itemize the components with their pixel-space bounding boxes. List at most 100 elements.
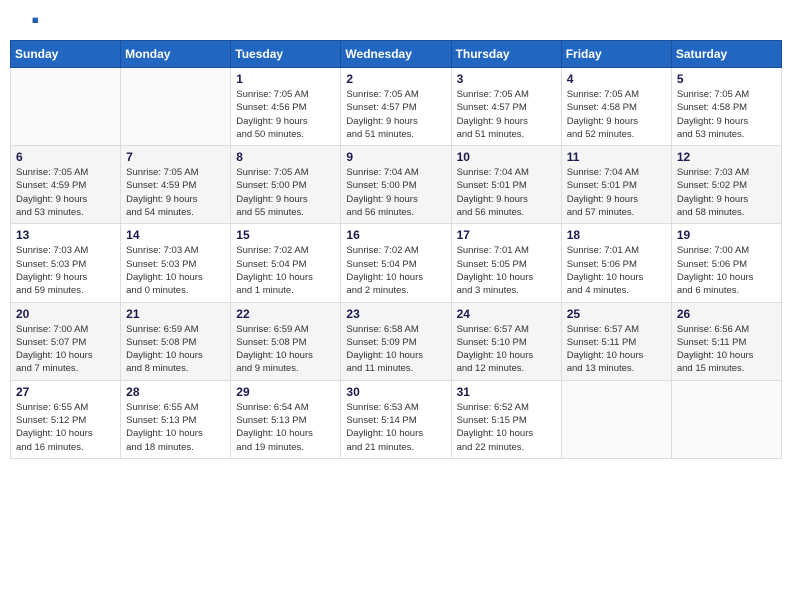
day-info: Sunrise: 7:04 AM Sunset: 5:01 PM Dayligh… [567,166,666,219]
day-number: 16 [346,228,445,242]
day-number: 31 [457,385,556,399]
calendar-cell: 26 Sunrise: 6:56 AM Sunset: 5:11 PM Dayli… [671,302,781,380]
day-info: Sunrise: 7:05 AM Sunset: 4:58 PM Dayligh… [567,88,666,141]
calendar-cell: 18 Sunrise: 7:01 AM Sunset: 5:06 PM Dayli… [561,224,671,302]
calendar-header-tuesday: Tuesday [231,41,341,68]
calendar-week-1: 1 Sunrise: 7:05 AM Sunset: 4:56 PM Daylig… [11,68,782,146]
day-info: Sunrise: 7:05 AM Sunset: 4:56 PM Dayligh… [236,88,335,141]
day-info: Sunrise: 6:55 AM Sunset: 5:12 PM Dayligh… [16,401,115,454]
day-info: Sunrise: 6:53 AM Sunset: 5:14 PM Dayligh… [346,401,445,454]
day-number: 6 [16,150,115,164]
day-number: 13 [16,228,115,242]
calendar-cell: 2 Sunrise: 7:05 AM Sunset: 4:57 PM Daylig… [341,68,451,146]
calendar-cell: 25 Sunrise: 6:57 AM Sunset: 5:11 PM Dayli… [561,302,671,380]
day-number: 4 [567,72,666,86]
day-info: Sunrise: 7:04 AM Sunset: 5:01 PM Dayligh… [457,166,556,219]
day-number: 23 [346,307,445,321]
day-number: 8 [236,150,335,164]
day-info: Sunrise: 6:52 AM Sunset: 5:15 PM Dayligh… [457,401,556,454]
page-header [10,10,782,32]
calendar-cell: 14 Sunrise: 7:03 AM Sunset: 5:03 PM Dayli… [121,224,231,302]
calendar-cell: 20 Sunrise: 7:00 AM Sunset: 5:07 PM Dayli… [11,302,121,380]
calendar-cell: 10Sunrise: 7:04 AM Sunset: 5:01 PM Dayli… [451,146,561,224]
calendar-header-row: SundayMondayTuesdayWednesdayThursdayFrid… [11,41,782,68]
day-number: 1 [236,72,335,86]
day-info: Sunrise: 7:05 AM Sunset: 4:58 PM Dayligh… [677,88,776,141]
calendar-cell: 27 Sunrise: 6:55 AM Sunset: 5:12 PM Dayli… [11,380,121,458]
day-info: Sunrise: 6:56 AM Sunset: 5:11 PM Dayligh… [677,323,776,376]
calendar-header-friday: Friday [561,41,671,68]
day-info: Sunrise: 6:57 AM Sunset: 5:11 PM Dayligh… [567,323,666,376]
day-number: 27 [16,385,115,399]
logo [18,14,38,28]
calendar-cell [561,380,671,458]
calendar-header-thursday: Thursday [451,41,561,68]
day-number: 24 [457,307,556,321]
calendar-cell: 24 Sunrise: 6:57 AM Sunset: 5:10 PM Dayli… [451,302,561,380]
day-info: Sunrise: 7:00 AM Sunset: 5:07 PM Dayligh… [16,323,115,376]
day-info: Sunrise: 6:59 AM Sunset: 5:08 PM Dayligh… [126,323,225,376]
calendar-cell: 28 Sunrise: 6:55 AM Sunset: 5:13 PM Dayli… [121,380,231,458]
calendar-cell: 19Sunrise: 7:00 AM Sunset: 5:06 PM Dayli… [671,224,781,302]
day-number: 29 [236,385,335,399]
calendar-cell [671,380,781,458]
calendar-cell: 11 Sunrise: 7:04 AM Sunset: 5:01 PM Dayli… [561,146,671,224]
calendar-cell: 17 Sunrise: 7:01 AM Sunset: 5:05 PM Dayli… [451,224,561,302]
day-info: Sunrise: 7:05 AM Sunset: 4:59 PM Dayligh… [16,166,115,219]
logo-icon [20,14,38,32]
day-info: Sunrise: 6:55 AM Sunset: 5:13 PM Dayligh… [126,401,225,454]
calendar-cell: 7 Sunrise: 7:05 AM Sunset: 4:59 PM Daylig… [121,146,231,224]
day-number: 26 [677,307,776,321]
day-number: 11 [567,150,666,164]
day-number: 17 [457,228,556,242]
day-info: Sunrise: 7:03 AM Sunset: 5:03 PM Dayligh… [16,244,115,297]
calendar-header-monday: Monday [121,41,231,68]
calendar-cell: 31 Sunrise: 6:52 AM Sunset: 5:15 PM Dayli… [451,380,561,458]
calendar-week-5: 27 Sunrise: 6:55 AM Sunset: 5:12 PM Dayli… [11,380,782,458]
day-info: Sunrise: 6:59 AM Sunset: 5:08 PM Dayligh… [236,323,335,376]
day-number: 18 [567,228,666,242]
calendar-cell: 3 Sunrise: 7:05 AM Sunset: 4:57 PM Daylig… [451,68,561,146]
day-info: Sunrise: 7:00 AM Sunset: 5:06 PM Dayligh… [677,244,776,297]
calendar-cell: 12 Sunrise: 7:03 AM Sunset: 5:02 PM Dayli… [671,146,781,224]
day-number: 14 [126,228,225,242]
calendar-cell: 1 Sunrise: 7:05 AM Sunset: 4:56 PM Daylig… [231,68,341,146]
calendar-header-sunday: Sunday [11,41,121,68]
calendar-header-saturday: Saturday [671,41,781,68]
calendar-cell: 5 Sunrise: 7:05 AM Sunset: 4:58 PM Daylig… [671,68,781,146]
calendar-header-wednesday: Wednesday [341,41,451,68]
day-number: 9 [346,150,445,164]
day-number: 15 [236,228,335,242]
calendar-cell: 9Sunrise: 7:04 AM Sunset: 5:00 PM Daylig… [341,146,451,224]
calendar-cell [11,68,121,146]
day-number: 12 [677,150,776,164]
calendar-table: SundayMondayTuesdayWednesdayThursdayFrid… [10,40,782,459]
day-info: Sunrise: 7:02 AM Sunset: 5:04 PM Dayligh… [236,244,335,297]
calendar-cell: 13 Sunrise: 7:03 AM Sunset: 5:03 PM Dayli… [11,224,121,302]
day-number: 25 [567,307,666,321]
day-number: 22 [236,307,335,321]
calendar-week-3: 13 Sunrise: 7:03 AM Sunset: 5:03 PM Dayli… [11,224,782,302]
day-info: Sunrise: 7:03 AM Sunset: 5:03 PM Dayligh… [126,244,225,297]
day-number: 28 [126,385,225,399]
calendar-cell: 22 Sunrise: 6:59 AM Sunset: 5:08 PM Dayli… [231,302,341,380]
day-number: 7 [126,150,225,164]
day-info: Sunrise: 7:03 AM Sunset: 5:02 PM Dayligh… [677,166,776,219]
day-info: Sunrise: 7:05 AM Sunset: 5:00 PM Dayligh… [236,166,335,219]
day-info: Sunrise: 7:05 AM Sunset: 4:57 PM Dayligh… [346,88,445,141]
day-info: Sunrise: 7:05 AM Sunset: 4:57 PM Dayligh… [457,88,556,141]
day-info: Sunrise: 7:02 AM Sunset: 5:04 PM Dayligh… [346,244,445,297]
day-number: 3 [457,72,556,86]
calendar-cell: 29Sunrise: 6:54 AM Sunset: 5:13 PM Dayli… [231,380,341,458]
day-info: Sunrise: 6:57 AM Sunset: 5:10 PM Dayligh… [457,323,556,376]
day-number: 21 [126,307,225,321]
day-info: Sunrise: 7:01 AM Sunset: 5:06 PM Dayligh… [567,244,666,297]
day-number: 5 [677,72,776,86]
day-info: Sunrise: 7:01 AM Sunset: 5:05 PM Dayligh… [457,244,556,297]
day-number: 20 [16,307,115,321]
day-number: 2 [346,72,445,86]
calendar-cell: 30 Sunrise: 6:53 AM Sunset: 5:14 PM Dayli… [341,380,451,458]
day-info: Sunrise: 7:05 AM Sunset: 4:59 PM Dayligh… [126,166,225,219]
calendar-cell: 15 Sunrise: 7:02 AM Sunset: 5:04 PM Dayli… [231,224,341,302]
day-number: 30 [346,385,445,399]
